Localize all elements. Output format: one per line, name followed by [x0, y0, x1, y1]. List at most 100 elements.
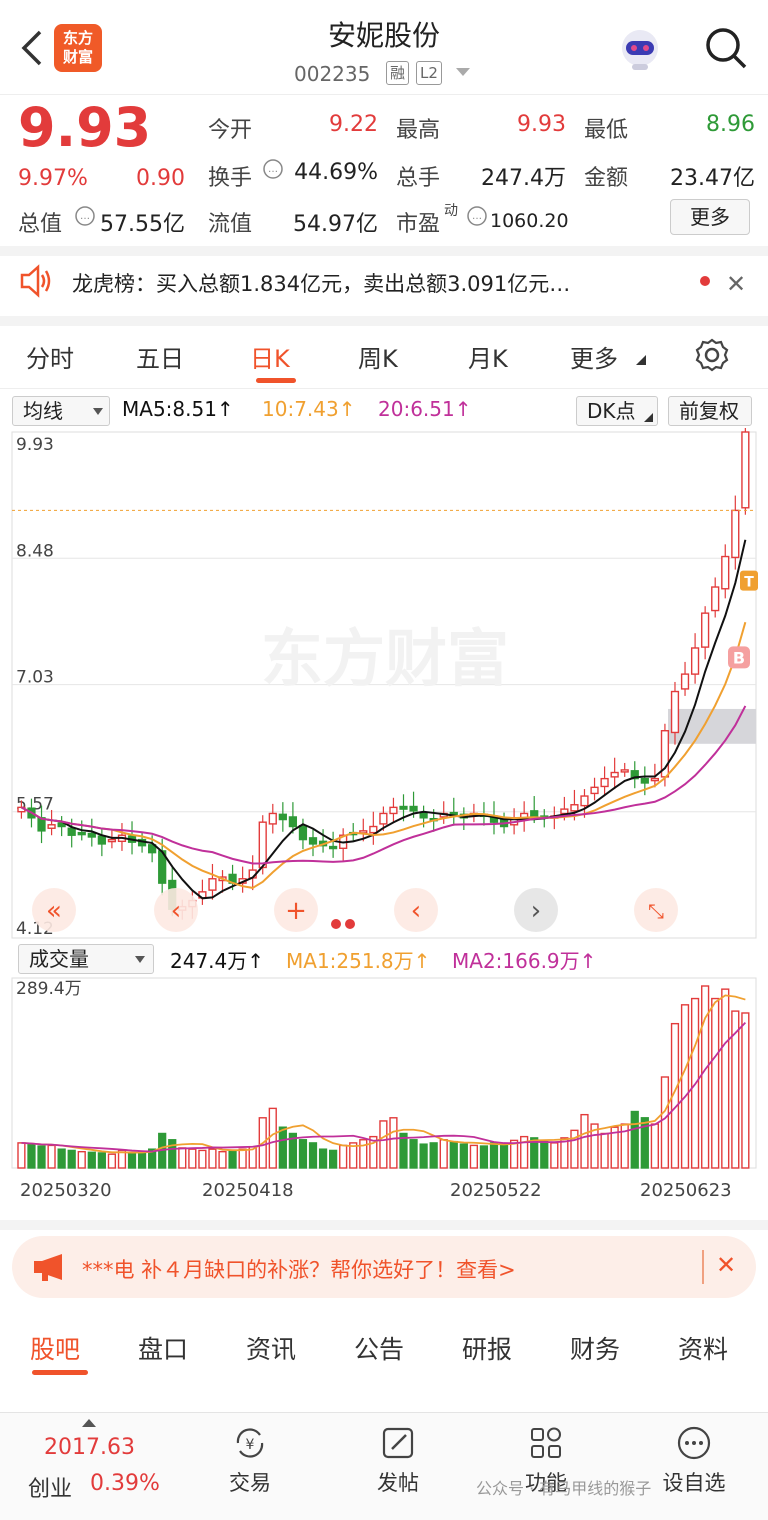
tab-weekly-k[interactable]: 周K — [358, 339, 398, 374]
volume-select[interactable]: 成交量 — [18, 944, 154, 974]
dk-point-button[interactable]: DK点 — [576, 396, 658, 426]
ma5-line — [20, 539, 747, 900]
promo-text: ***电 补４月缺口的补涨？帮你选好了！查看> — [82, 1258, 516, 1282]
kline-chart[interactable]: 东方财富 9.938.487.035.574.12 289.4万 2025032… — [0, 428, 768, 1208]
back-candle-button[interactable]: ‹ — [154, 888, 198, 932]
candle — [278, 813, 287, 821]
tab-news[interactable]: 资讯 — [246, 1330, 296, 1366]
post-button[interactable]: 发帖 — [358, 1423, 438, 1497]
volume-bar — [97, 1152, 106, 1169]
svg-text:›: › — [531, 896, 541, 926]
amount-value: 23.47亿 — [670, 166, 755, 191]
volume-bar — [379, 1120, 388, 1169]
info-icon[interactable]: … — [74, 205, 96, 227]
turnover-value: 44.69% — [294, 160, 378, 185]
fullscreen-button[interactable]: ⤡ — [634, 888, 678, 932]
svg-text:…: … — [80, 211, 90, 222]
volume-bar — [741, 1012, 750, 1169]
robot-assistant-icon[interactable] — [616, 26, 664, 74]
index-name[interactable]: 创业 — [28, 1471, 72, 1503]
x-date-label: 20250320 — [20, 1180, 112, 1201]
buy-marker-label: B — [733, 648, 745, 667]
volume-bar — [318, 1148, 328, 1169]
candle — [328, 845, 338, 850]
candle — [731, 509, 740, 559]
trade-label: 交易 — [229, 1471, 271, 1495]
candle — [389, 806, 398, 815]
tab-financials[interactable]: 财务 — [570, 1330, 620, 1366]
index-change[interactable]: 0.39% — [90, 1471, 160, 1496]
volume-bar — [268, 1107, 277, 1169]
svg-text:¥: ¥ — [246, 1437, 255, 1453]
dropdown-arrow-icon[interactable] — [456, 68, 470, 78]
svg-text:⤡: ⤡ — [648, 899, 664, 923]
prev-button[interactable]: ‹ — [394, 888, 438, 932]
ma-select-label: 均线 — [23, 399, 63, 423]
next-button[interactable]: › — [514, 888, 558, 932]
tab-research[interactable]: 研报 — [462, 1330, 512, 1366]
y-tick-label: 7.03 — [16, 668, 54, 688]
volume-bar — [449, 1140, 458, 1169]
volume-label: 总手 — [396, 166, 441, 191]
volume-bar — [127, 1152, 137, 1169]
tab-monthly-k[interactable]: 月K — [468, 339, 508, 374]
volume-bar — [459, 1143, 468, 1169]
tab-profile[interactable]: 资料 — [678, 1330, 728, 1366]
divider — [702, 1250, 704, 1284]
mktcap-label: 总值 — [18, 212, 63, 237]
more-button[interactable]: 更多 — [670, 199, 750, 235]
ma-select[interactable]: 均线 — [12, 396, 110, 426]
close-icon[interactable]: ✕ — [726, 270, 746, 298]
volume-bar — [27, 1143, 36, 1169]
tab-announcements[interactable]: 公告 — [354, 1330, 404, 1366]
info-icon[interactable]: … — [262, 158, 284, 180]
info-icon[interactable]: … — [466, 205, 488, 227]
volume-bar — [600, 1132, 609, 1169]
candle — [721, 555, 730, 590]
volume-bar — [359, 1139, 368, 1169]
active-tab-underline — [32, 1370, 88, 1375]
page-dots — [331, 919, 355, 929]
caret-icon — [636, 355, 646, 365]
volume-bar — [77, 1150, 86, 1169]
volume-bar — [630, 1110, 639, 1169]
add-watchlist-button[interactable]: 设自选 — [654, 1423, 734, 1497]
divider — [0, 1220, 768, 1230]
high-value: 9.93 — [517, 112, 566, 137]
candle — [298, 824, 308, 841]
zoom-in-button[interactable]: + — [274, 888, 318, 932]
settings-gear-icon[interactable] — [694, 337, 730, 373]
volume-bar — [660, 1076, 670, 1169]
close-icon[interactable]: ✕ — [716, 1251, 736, 1279]
fast-back-button[interactable]: « — [32, 888, 76, 932]
candle — [308, 837, 318, 845]
tab-intraday[interactable]: 分时 — [26, 339, 74, 374]
volume-bar — [339, 1144, 348, 1169]
candle — [680, 673, 690, 690]
trade-button[interactable]: ¥ 交易 — [210, 1423, 290, 1497]
pe-label: 市盈 — [396, 212, 441, 237]
candle — [268, 812, 277, 825]
tab-more[interactable]: 更多 — [570, 339, 618, 374]
candle — [570, 804, 579, 812]
index-value[interactable]: 2017.63 — [44, 1435, 135, 1460]
dropdown-arrow-icon — [135, 956, 145, 963]
volume-bar — [168, 1139, 177, 1169]
t-marker-label: T — [744, 575, 754, 591]
open-value: 9.22 — [329, 112, 378, 137]
yen-exchange-icon: ¥ — [236, 1428, 264, 1458]
y-tick-label: 9.93 — [16, 435, 54, 455]
tab-order-book[interactable]: 盘口 — [138, 1330, 188, 1366]
volume-bar — [479, 1145, 489, 1169]
mktcap-value: 57.55亿 — [100, 212, 185, 237]
volume-bar — [540, 1140, 549, 1169]
kline-tabs: 分时 五日 日K 周K 月K 更多 — [0, 325, 768, 389]
tab-daily-k[interactable]: 日K — [250, 339, 290, 374]
search-icon[interactable] — [704, 26, 748, 70]
tab-five-day[interactable]: 五日 — [136, 339, 184, 374]
promo-banner[interactable]: ***电 补４月缺口的补涨？帮你选好了！查看> ✕ — [12, 1236, 756, 1298]
adjust-button[interactable]: 前复权 — [668, 396, 752, 426]
tab-forum[interactable]: 股吧 — [30, 1330, 80, 1366]
svg-text:+: + — [285, 896, 307, 926]
dragon-tiger-text[interactable]: 龙虎榜：买入总额1.834亿元，卖出总额3.091亿元… — [72, 268, 570, 298]
